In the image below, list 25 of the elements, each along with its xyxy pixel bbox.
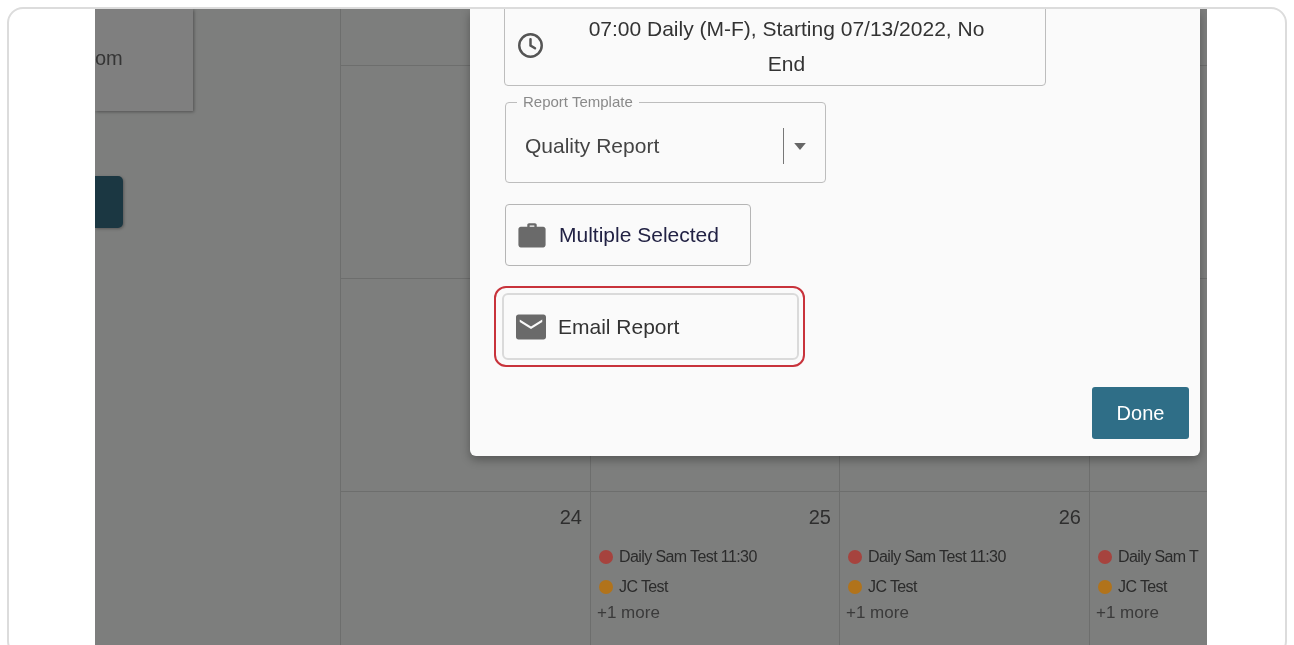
schedule-field[interactable]: 07:00 Daily (M-F), Starting 07/13/2022, No End: [504, 9, 1046, 86]
calendar-event[interactable]: Daily Sam Test 11:30: [868, 547, 1006, 566]
more-link[interactable]: +1 more: [846, 603, 909, 623]
day-number: 25: [808, 506, 831, 530]
sidebar-button[interactable]: [95, 176, 123, 228]
done-button[interactable]: Done: [1092, 387, 1189, 439]
field-label: Report Template: [522, 93, 634, 111]
email-report-button[interactable]: Email Report: [502, 293, 799, 360]
clock-icon: [517, 32, 544, 59]
day-number: 24: [559, 506, 582, 530]
calendar-event[interactable]: Daily Sam T: [1118, 547, 1199, 566]
day-number: 26: [1058, 506, 1081, 530]
report-template-select[interactable]: Report Template Quality Report: [505, 93, 826, 183]
briefcase-icon: [517, 222, 547, 248]
more-link[interactable]: +1 more: [597, 603, 660, 623]
card-text: om: [95, 46, 123, 70]
more-link[interactable]: +1 more: [1096, 603, 1159, 623]
sidebar-card[interactable]: om: [95, 9, 193, 111]
calendar-event[interactable]: JC Test: [1118, 577, 1167, 596]
calendar-event[interactable]: JC Test: [868, 577, 917, 596]
calendar-event[interactable]: Daily Sam Test 11:30: [619, 547, 757, 566]
scope-button[interactable]: Multiple Selected: [505, 204, 751, 266]
calendar-event[interactable]: JC Test: [619, 577, 668, 596]
caret-icon: [794, 142, 806, 150]
envelope-icon: [516, 313, 546, 340]
